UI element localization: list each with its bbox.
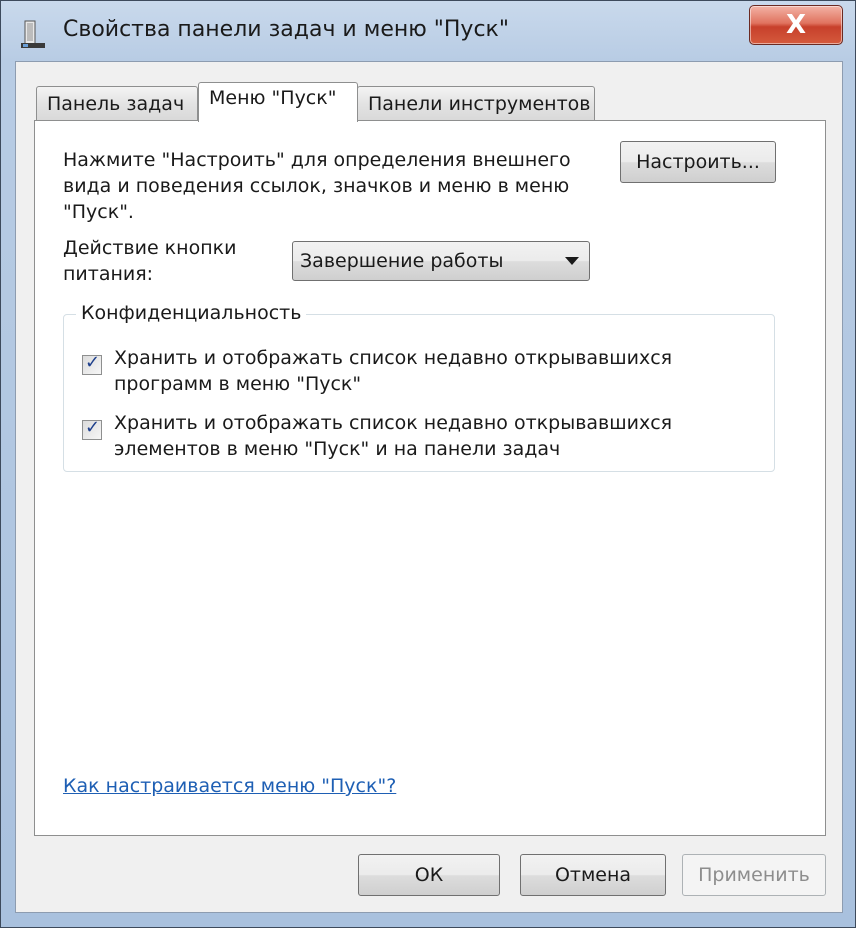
tab-start-menu[interactable]: Меню "Пуск" <box>198 82 358 122</box>
taskbar-properties-icon <box>19 19 47 49</box>
privacy-groupbox-title: Конфиденциальность <box>76 302 307 324</box>
cancel-button[interactable]: Отмена <box>520 854 666 896</box>
check-label-line: программ в меню "Пуск" <box>114 373 362 395</box>
window-title: Свойства панели задач и меню "Пуск" <box>63 17 509 42</box>
tab-label: Панели инструментов <box>368 93 591 115</box>
check-label-line: Хранить и отображать список недавно откр… <box>114 412 673 434</box>
tab-toolbars[interactable]: Панели инструментов <box>357 86 595 120</box>
recent-programs-checkbox[interactable]: ✓ <box>82 352 102 375</box>
chevron-down-icon <box>565 257 579 265</box>
cancel-button-label: Отмена <box>554 864 632 886</box>
privacy-groupbox: Конфиденциальность ✓ Хранить и отображат… <box>63 302 775 472</box>
description-line: Нажмите "Настроить" для определения внеш… <box>63 149 571 171</box>
customize-button[interactable]: Настроить... <box>620 141 776 183</box>
dropdown-selected-value: Завершение работы <box>300 250 504 272</box>
check-label-line: элементов в меню "Пуск" и на панели зада… <box>114 438 561 460</box>
check-label-line: Хранить и отображать список недавно откр… <box>114 347 673 369</box>
dialog-client-area: Панель задач Меню "Пуск" Панели инструме… <box>15 61 843 913</box>
close-icon: X <box>785 10 807 40</box>
recent-programs-label[interactable]: Хранить и отображать список недавно откр… <box>114 345 734 397</box>
tab-label: Меню "Пуск" <box>209 87 337 109</box>
recent-items-label[interactable]: Хранить и отображать список недавно откр… <box>114 410 734 462</box>
description-line: "Пуск". <box>63 201 134 223</box>
tab-taskbar[interactable]: Панель задач <box>36 86 198 120</box>
start-menu-help-link[interactable]: Как настраивается меню "Пуск"? <box>63 775 396 797</box>
apply-button[interactable]: Применить <box>682 854 826 896</box>
power-button-label: Действие кнопки питания: <box>63 235 236 287</box>
customize-button-label: Настроить... <box>636 151 760 173</box>
close-button[interactable]: X <box>749 5 843 45</box>
checkmark-icon: ✓ <box>85 417 101 438</box>
power-label-line: питания: <box>63 263 154 285</box>
description-line: вида и поведения ссылок, значков и меню … <box>63 175 570 197</box>
ok-button-label: ОК <box>414 864 444 886</box>
power-action-dropdown[interactable]: Завершение работы <box>292 241 590 281</box>
checkmark-icon: ✓ <box>85 352 101 373</box>
tab-panel: Нажмите "Настроить" для определения внеш… <box>34 120 826 836</box>
tab-label: Панель задач <box>47 93 185 115</box>
power-label-line: Действие кнопки <box>63 237 237 259</box>
dialog-window: Свойства панели задач и меню "Пуск" X Па… <box>0 0 856 928</box>
ok-button[interactable]: ОК <box>358 854 500 896</box>
recent-items-checkbox[interactable]: ✓ <box>82 417 102 440</box>
description-text: Нажмите "Настроить" для определения внеш… <box>63 147 593 225</box>
apply-button-label: Применить <box>698 864 810 886</box>
